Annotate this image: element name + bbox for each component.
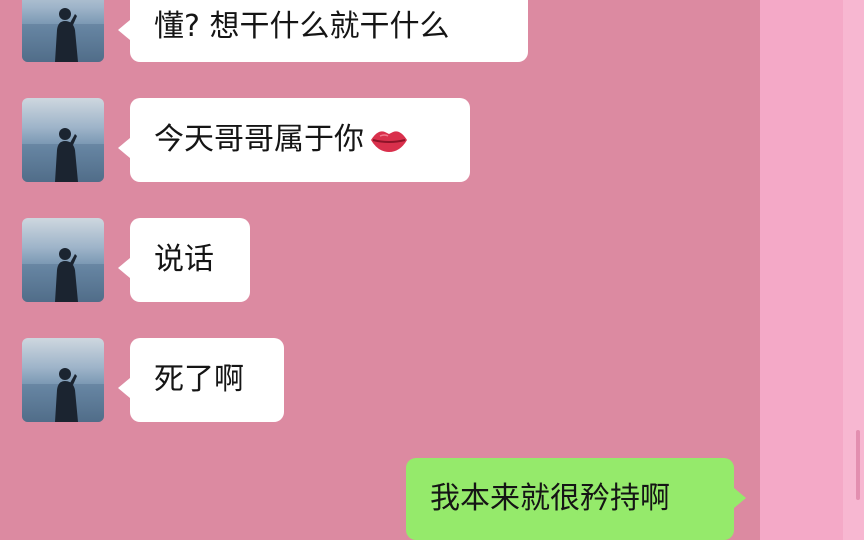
lips-icon [370,127,408,153]
scroll-track[interactable] [843,0,864,540]
scrollbar-thumb[interactable] [856,430,860,500]
person-silhouette-icon [22,368,104,422]
message-text: 说话 [154,242,214,277]
message-bubble-incoming[interactable]: 懂? 想干什么就干什么 [118,0,528,62]
person-silhouette-icon [22,8,104,62]
person-silhouette-icon [22,248,104,302]
avatar[interactable] [22,338,104,422]
person-silhouette-icon [22,128,104,182]
message-bubble-incoming[interactable]: 死了啊 [118,338,284,422]
message-bubble-incoming[interactable]: 今天哥哥属于你 [118,98,470,182]
message-text: 懂? 想干什么就干什么 [154,9,450,44]
avatar[interactable] [22,98,104,182]
message-bubble-outgoing[interactable]: 我本来就很矜持啊 [406,458,746,540]
message-text: 我本来就很矜持啊 [430,481,670,516]
message-text: 今天哥哥属于你 [154,122,364,157]
avatar[interactable] [22,0,104,62]
message-bubble-incoming[interactable]: 说话 [118,218,250,302]
avatar[interactable] [22,218,104,302]
chat-area: 懂? 想干什么就干什么 今天哥哥属于你 说话 死了啊 我本来就很矜持啊 [0,0,760,540]
message-text: 死了啊 [154,362,244,397]
